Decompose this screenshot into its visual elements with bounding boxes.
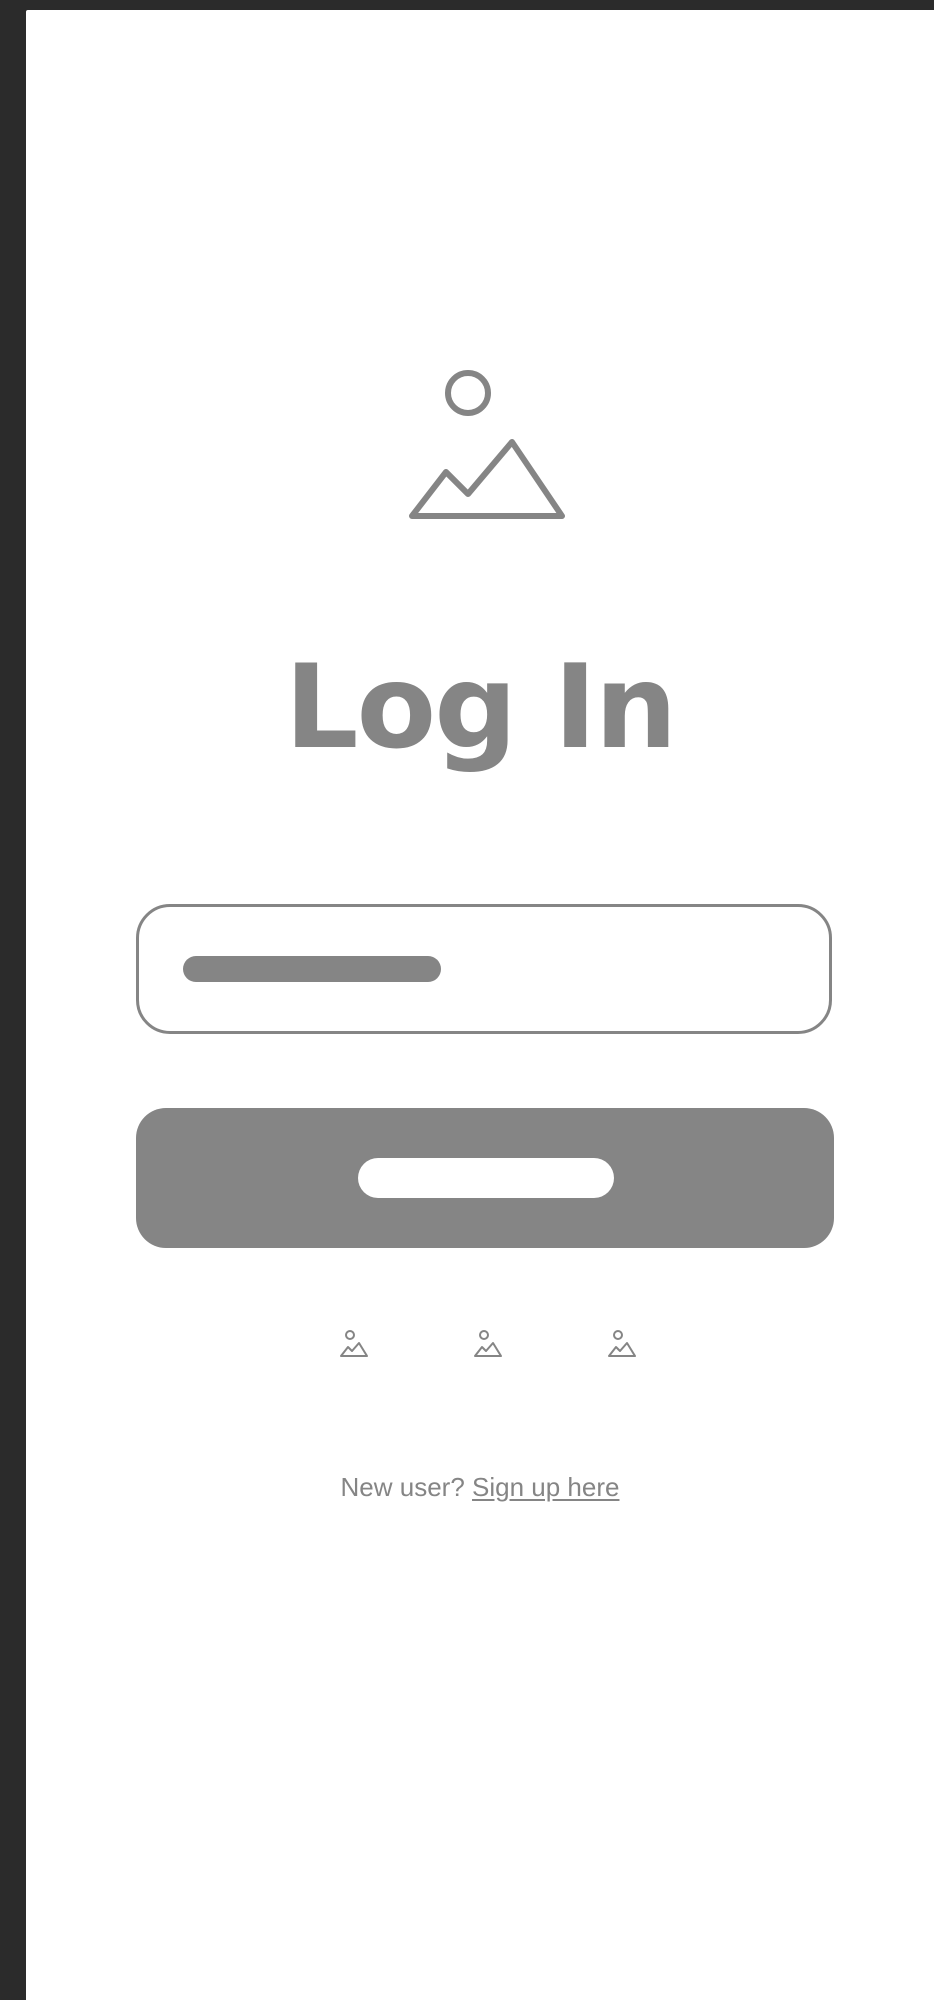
login-screen: Log In New user? Sign up here bbox=[26, 10, 934, 2000]
login-input-field[interactable] bbox=[136, 904, 832, 1034]
page-title: Log In bbox=[284, 640, 678, 775]
button-label-bar bbox=[358, 1158, 614, 1198]
social-login-icon-1[interactable] bbox=[338, 1328, 370, 1360]
signup-prompt-line: New user? Sign up here bbox=[26, 1472, 934, 1503]
image-placeholder-icon bbox=[409, 370, 565, 519]
social-login-icon-3[interactable] bbox=[606, 1328, 638, 1360]
login-button[interactable] bbox=[136, 1108, 834, 1248]
signup-prompt-text: New user? bbox=[340, 1472, 465, 1502]
input-placeholder-bar bbox=[183, 956, 441, 982]
signup-link[interactable]: Sign up here bbox=[472, 1472, 619, 1502]
social-login-icon-2[interactable] bbox=[472, 1328, 504, 1360]
